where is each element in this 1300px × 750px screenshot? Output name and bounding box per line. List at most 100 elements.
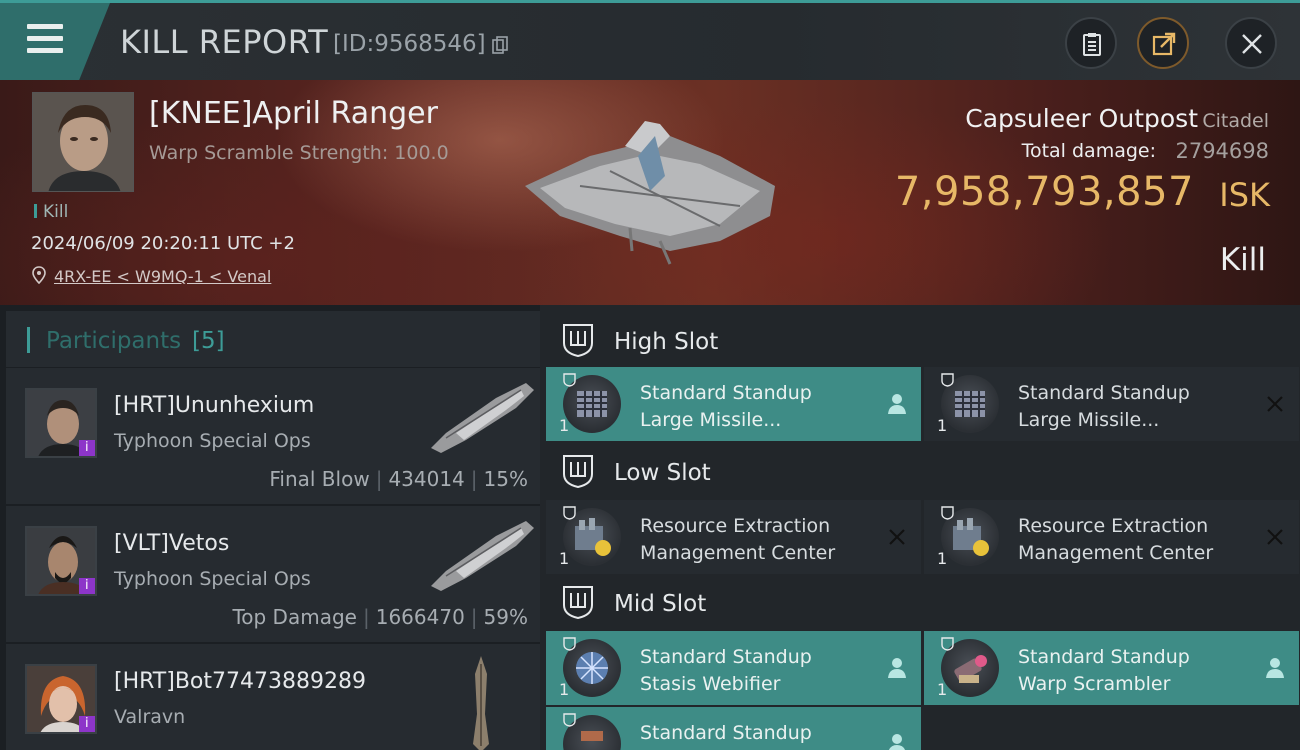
shield-icon [563,373,576,387]
participant-avatar [25,388,97,458]
shield-slot-icon [563,455,593,488]
person-icon [888,394,906,414]
module-name: Standard Standup Warp Scrambler [1018,646,1190,695]
victim-summary: [KNEE]April Ranger Warp Scramble Strengt… [0,80,1300,305]
module-name: Standard Standup Large Missile... [640,382,812,431]
participant-ship-image [431,383,534,453]
module-quantity: 1 [937,680,948,699]
participant-avatar [25,664,97,734]
participant-name[interactable]: [VLT]Vetos [114,531,229,556]
header-bar: KILL REPORT [ID:9568546] [0,0,1300,80]
kill-timestamp: 2024/06/09 20:20:11 UTC +2 [31,233,295,254]
module-item[interactable]: 1 Standard Standup Large Missile... [546,367,921,441]
close-icon [1242,34,1262,54]
participant-percent: 15% [483,467,528,491]
menu-icon [27,24,63,54]
participant-ship-image [473,656,489,750]
shield-slot-icon [563,586,593,619]
participant-name[interactable]: [HRT]Ununhexium [114,393,314,418]
module-item[interactable]: 1 Standard Standup Stasis Webifier [546,631,921,705]
mid-slot-title: Mid Slot [614,591,707,617]
location-pin-icon [32,266,46,284]
x-icon [1267,529,1283,545]
share-icon [1152,32,1176,56]
info-badge [79,716,95,732]
kill-tag: Kill [34,202,68,222]
module-quantity: 1 [559,416,570,435]
clipboard-button[interactable] [1065,17,1117,69]
participant-role: Top Damage [232,605,357,629]
participants-count: [5] [192,328,225,354]
participant-ship-image [431,521,534,591]
high-slot-title: High Slot [614,329,719,355]
module-name: Standard Standup [640,722,812,744]
module-item[interactable]: 1 Resource Extraction Management Center [924,500,1299,574]
participant-row[interactable]: [VLT]Vetos Typhoon Special Ops Top Damag… [6,506,540,642]
warp-scramble-strength: Warp Scramble Strength: 100.0 [149,142,449,164]
person-icon [888,658,906,678]
copy-icon[interactable] [492,36,508,55]
mid-slot-header: Mid Slot [546,573,1300,631]
share-button[interactable] [1137,17,1189,69]
participant-ship: Typhoon Special Ops [114,568,311,590]
isk-unit: ISK [1219,176,1270,214]
close-button[interactable] [1225,17,1277,69]
module-name: Resource Extraction Management Center [1018,515,1214,564]
participant-name[interactable]: [HRT]Bot77473889289 [114,669,366,694]
x-icon [889,529,905,545]
participant-damage: 1666470 [375,605,465,629]
shield-icon [563,637,576,651]
menu-button[interactable] [0,3,110,80]
participant-role: Final Blow [269,467,370,491]
result-label: Kill [1219,242,1266,278]
clipboard-icon [1083,33,1101,56]
module-item[interactable]: 1 Resource Extraction Management Center [546,500,921,574]
participant-damage: 434014 [388,467,465,491]
location-link[interactable]: 4RX-EE < W9MQ-1 < Venal [54,267,271,286]
info-badge [79,578,95,594]
total-damage-label: Total damage: [1021,140,1156,162]
participants-header[interactable]: Participants [5] [6,311,540,367]
shield-icon [941,506,954,520]
page-title: KILL REPORT [120,23,329,61]
participant-row[interactable]: [HRT]Ununhexium Typhoon Special Ops Fina… [6,368,540,504]
victim-ship-class: Citadel [1202,110,1269,132]
victim-portrait[interactable] [32,92,134,192]
high-slot-header: High Slot [546,311,1300,369]
victim-ship-image [525,121,775,265]
shield-icon [941,637,954,651]
report-id: [ID:9568546] [333,31,486,57]
info-badge [79,440,95,456]
person-icon [1266,658,1284,678]
participant-row[interactable]: [HRT]Bot77473889289 Valravn [6,644,540,750]
low-slot-title: Low Slot [614,460,711,486]
total-damage-value: 2794698 [1175,139,1269,163]
victim-ship-name[interactable]: Capsuleer Outpost [965,104,1198,133]
module-quantity: 1 [559,549,570,568]
x-icon [1267,396,1283,412]
shield-icon [941,373,954,387]
low-slot-header: Low Slot [546,442,1300,500]
shield-icon [563,506,576,520]
participant-ship: Typhoon Special Ops [114,430,311,452]
module-item[interactable]: Standard Standup [546,707,921,750]
shield-icon [563,713,576,727]
module-quantity: 1 [937,416,948,435]
module-quantity: 1 [937,549,948,568]
victim-name[interactable]: [KNEE]April Ranger [149,96,438,131]
participants-panel: Participants [5] [HRT]Ununhexium Typhoon… [0,305,540,750]
fitting-panel: High Slot 1 Standard Standup Large Missil… [540,305,1300,750]
module-quantity: 1 [559,680,570,699]
participant-ship: Valravn [114,706,186,728]
participant-percent: 59% [483,605,528,629]
shield-slot-icon [563,324,593,357]
portrait-image [33,93,133,191]
person-icon [888,734,906,750]
participant-stats: Top Damage | 1666470 | 59% [232,605,528,629]
isk-value: 7,958,793,857 [894,169,1194,215]
participant-stats: Final Blow | 434014 | 15% [269,467,528,491]
module-item[interactable]: 1 Standard Standup Warp Scrambler [924,631,1299,705]
participant-avatar [25,526,97,596]
module-name: Standard Standup Stasis Webifier [640,646,812,695]
module-item[interactable]: 1 Standard Standup Large Missile... [924,367,1299,441]
